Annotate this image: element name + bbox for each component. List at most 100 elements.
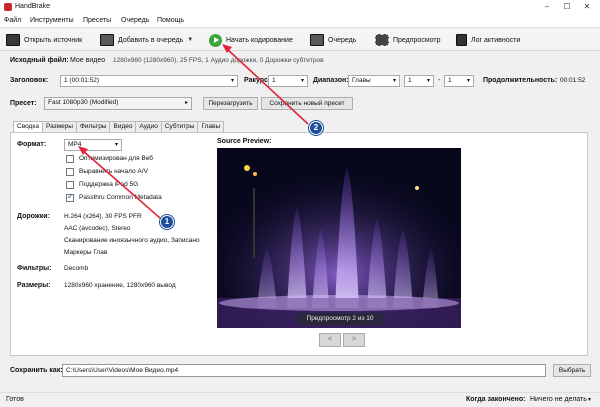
chevron-down-icon: ▾ — [426, 78, 430, 84]
filters-label: Фильтры: — [17, 265, 52, 272]
chevron-down-icon: ▾ — [114, 142, 118, 148]
align-av-checkbox[interactable] — [66, 168, 74, 176]
minimize-button[interactable]: – — [540, 1, 554, 13]
chevron-down-icon: ▾ — [392, 78, 396, 84]
save-new-preset-button[interactable]: Сохранить новый пресет — [261, 97, 353, 110]
preset-select[interactable]: Fast 1080p30 (Modified) ▸ — [44, 97, 192, 110]
callout-badge-1: 1 — [160, 215, 174, 229]
reload-preset-button[interactable]: Перезагрузить — [203, 97, 258, 110]
tab-dimensions[interactable]: Размеры — [41, 121, 77, 132]
tab-filters[interactable]: Фильтры — [75, 121, 111, 132]
ipod-support-label: Поддержка iPod 5G — [79, 181, 139, 188]
queue-label: Очередь — [328, 36, 357, 44]
web-optimized-label: Оптимизирован для Веб — [79, 155, 154, 162]
angle-label: Ракурс: — [244, 77, 271, 84]
range-label: Диапазон: — [313, 77, 349, 84]
chevron-down-icon: ▾ — [588, 397, 592, 403]
add-to-queue-label: Добавить в очередь — [118, 36, 184, 44]
window-title: HandBrake — [15, 3, 51, 10]
range-to-select[interactable]: 1 ▾ — [444, 75, 474, 87]
sizes-label: Размеры: — [17, 282, 51, 289]
track-chapters: Маркеры Глав — [64, 249, 108, 256]
menu-queue[interactable]: Очередь — [121, 17, 149, 24]
duration-label: Продолжительность: — [483, 77, 558, 84]
sizes-value: 1280x960 хранение, 1280x960 вывод — [64, 282, 176, 289]
queue-icon — [310, 34, 324, 46]
handbrake-logo-icon — [4, 3, 12, 11]
source-preview-label: Source Preview: — [217, 138, 272, 145]
source-details: 1280x960 (1280x960), 25 FPS, 1 Аудио дор… — [113, 57, 324, 64]
menu-tools[interactable]: Инструменты — [30, 17, 74, 24]
range-separator: - — [438, 77, 441, 84]
title-bar: HandBrake – ☐ ✕ — [0, 0, 600, 14]
when-done-select[interactable]: Ничего не делать — [530, 396, 587, 403]
preset-label: Пресет: — [10, 100, 37, 107]
film-strip-icon — [6, 34, 20, 46]
preview-next-button[interactable]: > — [343, 333, 365, 347]
web-optimized-checkbox[interactable] — [66, 155, 74, 163]
range-type-value: Главы — [352, 77, 371, 84]
add-queue-icon — [100, 34, 114, 46]
fountain-night-scene — [217, 148, 461, 328]
chevron-down-icon: ▾ — [466, 78, 470, 84]
menu-help[interactable]: Помощь — [157, 17, 184, 24]
tab-strip: Сводка Размеры Фильтры Видео Аудио Субти… — [13, 121, 225, 133]
range-to-value: 1 — [448, 77, 452, 84]
ipod-support-checkbox[interactable] — [66, 181, 74, 189]
tab-audio[interactable]: Аудио — [135, 121, 162, 132]
track-audio: AAC (avcodec), Stereo — [64, 225, 131, 232]
tracks-label: Дорожки: — [17, 213, 50, 220]
save-as-label: Сохранить как: — [10, 367, 63, 374]
queue-button[interactable]: Очередь — [310, 29, 356, 51]
save-path-input[interactable]: C:\Users\User\Videos\Мое Видео.mp4 — [62, 364, 546, 377]
format-select-value: MP4 — [68, 141, 82, 148]
add-to-queue-button[interactable]: Добавить в очередь ▼ — [100, 29, 193, 51]
menu-bar: Файл Инструменты Пресеты Очередь Помощь — [0, 14, 600, 28]
filters-value: Decomb — [64, 265, 89, 272]
toolbar: Открыть источник Добавить в очередь ▼ На… — [0, 29, 600, 51]
duration-value: 00:01:52 — [560, 77, 586, 84]
tab-video[interactable]: Видео — [109, 121, 137, 132]
source-name: Мое видео — [70, 57, 106, 64]
chevron-right-icon: ▸ — [184, 100, 188, 106]
align-av-label: Выравнить начало A/V — [79, 168, 148, 175]
range-from-value: 1 — [408, 77, 412, 84]
preview-prev-button[interactable]: < — [319, 333, 341, 347]
log-icon — [456, 34, 467, 46]
preview-film-icon — [375, 34, 389, 46]
chevron-down-icon[interactable]: ▼ — [187, 37, 193, 43]
passthru-metadata-checkbox[interactable] — [66, 192, 74, 202]
preview-button[interactable]: Предпросмотр — [375, 29, 440, 51]
close-button[interactable]: ✕ — [580, 1, 594, 13]
tab-chapters[interactable]: Главы — [197, 121, 225, 132]
start-encode-label: Начать кодирование — [226, 36, 293, 44]
title-label: Заголовок: — [10, 77, 49, 84]
chevron-down-icon: ▾ — [300, 78, 304, 84]
menu-presets[interactable]: Пресеты — [83, 17, 111, 24]
maximize-button[interactable]: ☐ — [560, 1, 574, 13]
start-encode-button[interactable]: Начать кодирование — [209, 29, 293, 51]
title-select[interactable]: 1 (00:01:52) ▾ — [60, 75, 238, 87]
track-video: H.264 (x264), 30 FPS PFR — [64, 213, 142, 220]
status-text: Готов — [6, 396, 24, 403]
status-bar: Готов Когда закончено: Ничего не делать … — [0, 392, 600, 407]
track-foreign-audio: Сканирование иноязычного аудио, Записано — [64, 237, 200, 244]
range-type-select[interactable]: Главы ▾ — [348, 75, 400, 87]
source-label: Исходный файл: — [10, 57, 69, 64]
range-from-select[interactable]: 1 ▾ — [404, 75, 434, 87]
open-source-button[interactable]: Открыть источник — [6, 29, 82, 51]
angle-select[interactable]: 1 ▾ — [268, 75, 308, 87]
browse-button[interactable]: Выбрать — [553, 364, 591, 377]
activity-log-label: Лог активности — [471, 36, 521, 44]
preview-image — [217, 148, 461, 328]
format-label: Формат: — [17, 141, 47, 148]
chevron-down-icon: ▾ — [230, 78, 234, 84]
angle-select-value: 1 — [272, 77, 276, 84]
format-select[interactable]: MP4 ▾ — [64, 139, 122, 151]
when-done-label: Когда закончено: — [466, 396, 526, 403]
title-select-value: 1 (00:01:52) — [64, 77, 100, 84]
preset-select-value: Fast 1080p30 (Modified) — [48, 99, 119, 106]
tab-subtitles[interactable]: Субтитры — [160, 121, 199, 132]
menu-file[interactable]: Файл — [4, 17, 21, 24]
activity-log-button[interactable]: Лог активности — [456, 29, 520, 51]
